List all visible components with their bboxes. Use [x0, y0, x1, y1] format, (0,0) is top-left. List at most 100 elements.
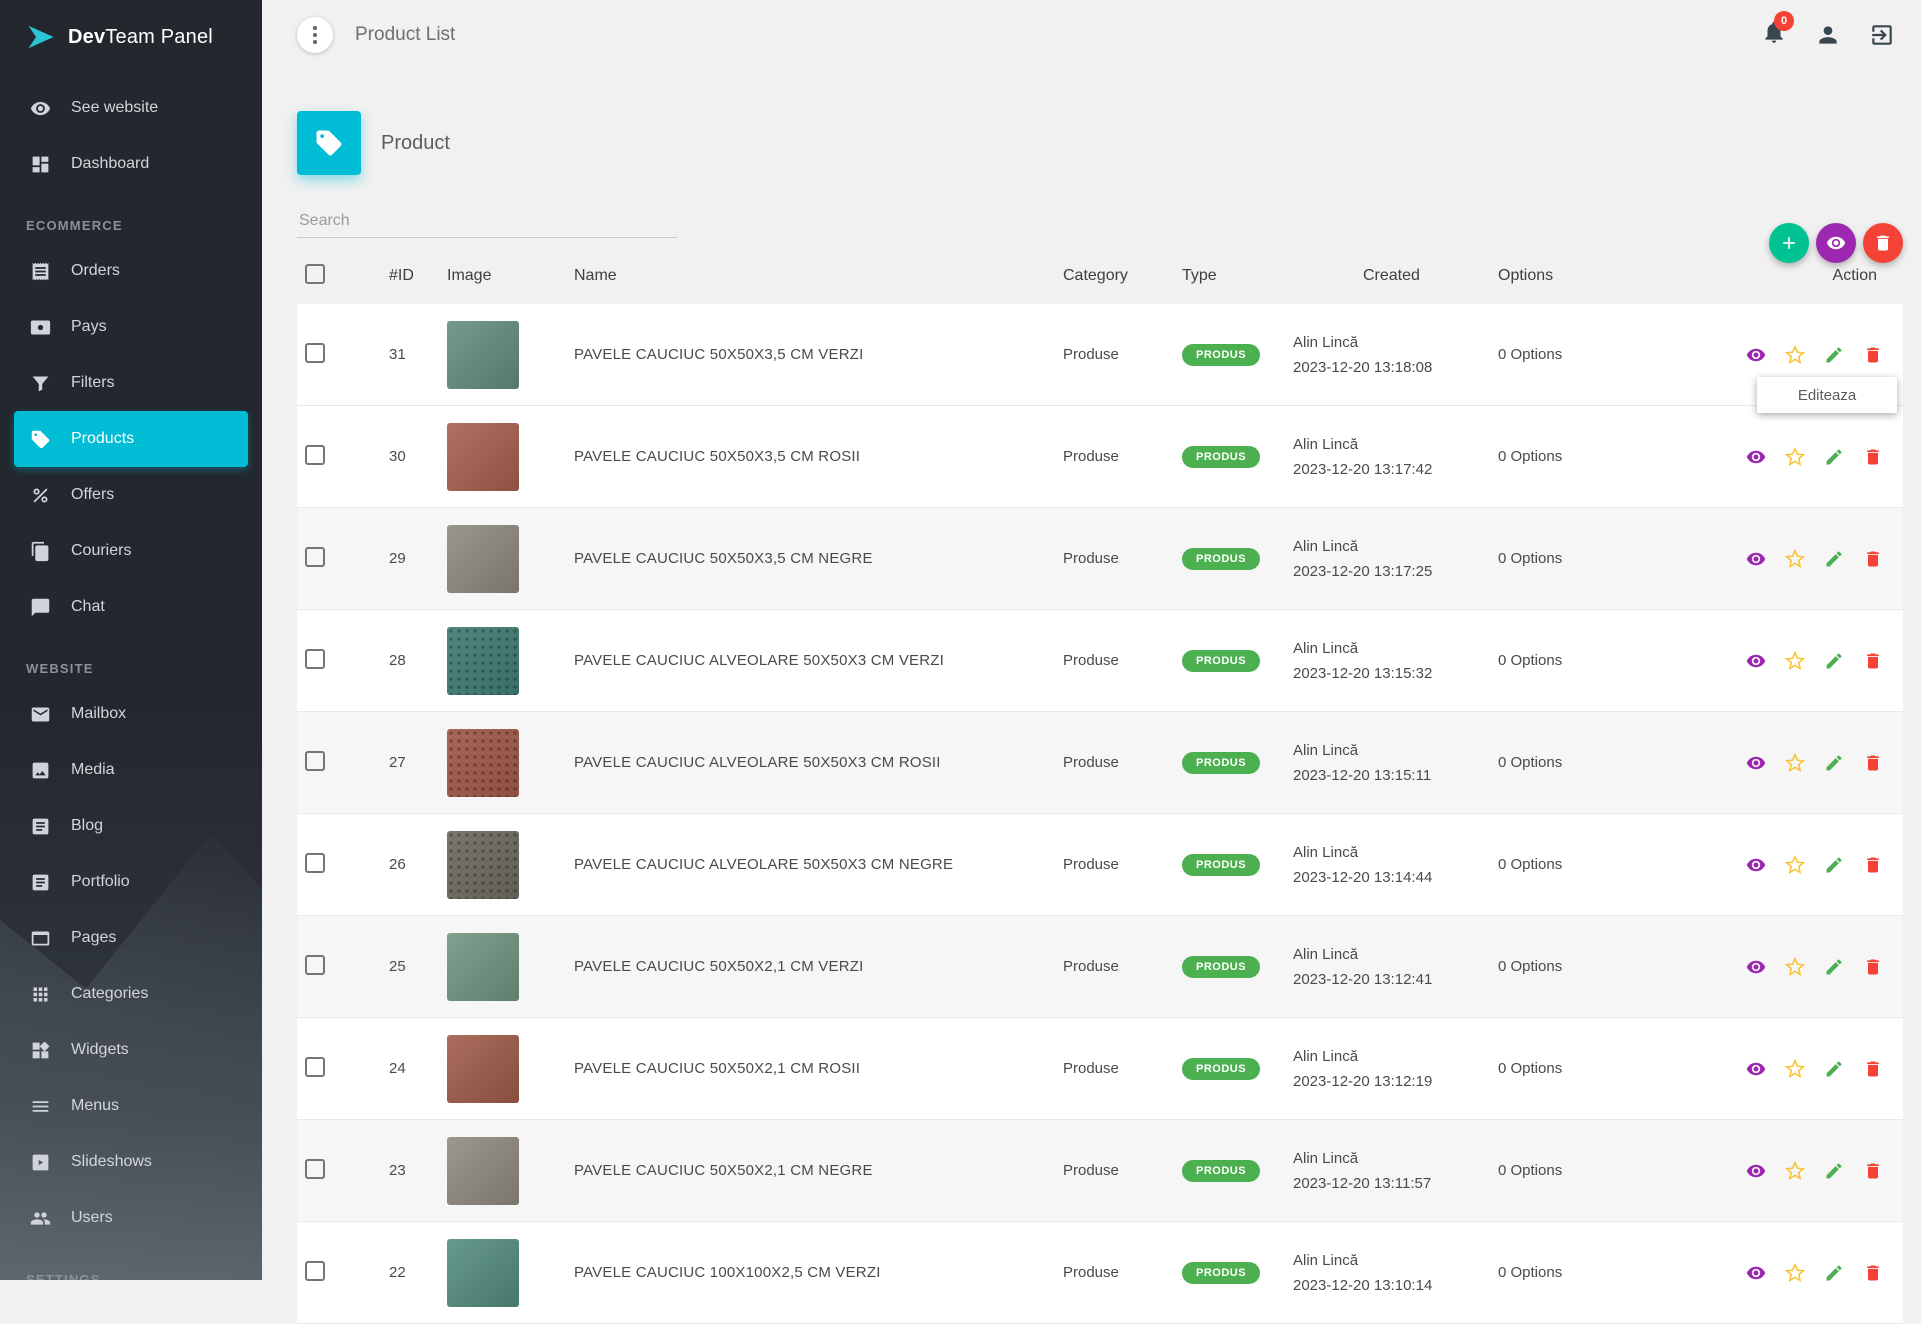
sidebar-item-couriers[interactable]: Couriers [0, 523, 262, 579]
sidebar-item-filters[interactable]: Filters [0, 355, 262, 411]
edit-icon[interactable] [1824, 957, 1844, 977]
view-icon[interactable] [1746, 447, 1766, 467]
row-checkbox[interactable] [305, 751, 325, 771]
favorite-icon[interactable] [1785, 447, 1805, 467]
delete-icon[interactable] [1863, 753, 1883, 773]
sidebar-item-slideshows[interactable]: Slideshows [0, 1134, 262, 1190]
view-icon[interactable] [1746, 753, 1766, 773]
product-image[interactable] [447, 933, 519, 1001]
edit-icon[interactable] [1824, 549, 1844, 569]
delete-icon[interactable] [1863, 345, 1883, 365]
favorite-icon[interactable] [1785, 957, 1805, 977]
sidebar-item-media[interactable]: Media [0, 742, 262, 798]
select-all-checkbox[interactable] [305, 264, 325, 284]
sidebar-item-widgets[interactable]: Widgets [0, 1022, 262, 1078]
sidebar-item-chat[interactable]: Chat [0, 579, 262, 635]
product-image[interactable] [447, 321, 519, 389]
favorite-icon[interactable] [1785, 549, 1805, 569]
favorite-icon[interactable] [1785, 1059, 1805, 1079]
sidebar-item-dashboard[interactable]: Dashboard [0, 136, 262, 192]
product-image[interactable] [447, 1239, 519, 1307]
table-row[interactable]: 27 PAVELE CAUCIUC ALVEOLARE 50X50X3 CM R… [297, 712, 1903, 814]
type-badge: PRODUS [1182, 1262, 1260, 1284]
favorite-icon[interactable] [1785, 753, 1805, 773]
sidebar-item-menus[interactable]: Menus [0, 1078, 262, 1134]
favorite-icon[interactable] [1785, 651, 1805, 671]
sidebar-item-orders[interactable]: Orders [0, 243, 262, 299]
edit-icon[interactable] [1824, 855, 1844, 875]
favorite-icon[interactable] [1785, 345, 1805, 365]
row-checkbox[interactable] [305, 547, 325, 567]
table-row[interactable]: 22 PAVELE CAUCIUC 100X100X2,5 CM VERZI P… [297, 1222, 1903, 1324]
delete-icon[interactable] [1863, 1059, 1883, 1079]
table-row[interactable]: 23 PAVELE CAUCIUC 50X50X2,1 CM NEGRE Pro… [297, 1120, 1903, 1222]
table-row[interactable]: 29 PAVELE CAUCIUC 50X50X3,5 CM NEGRE Pro… [297, 508, 1903, 610]
sidebar-item-portfolio[interactable]: Portfolio [0, 854, 262, 910]
delete-icon[interactable] [1863, 651, 1883, 671]
notifications-button[interactable]: 0 [1761, 19, 1787, 50]
row-checkbox[interactable] [305, 853, 325, 873]
edit-icon[interactable] [1824, 651, 1844, 671]
edit-icon[interactable] [1824, 345, 1844, 365]
delete-icon[interactable] [1863, 447, 1883, 467]
logout-icon[interactable] [1869, 22, 1895, 48]
row-checkbox[interactable] [305, 445, 325, 465]
delete-icon[interactable] [1863, 549, 1883, 569]
view-button[interactable] [1816, 223, 1856, 263]
sidebar-item-offers[interactable]: Offers [0, 467, 262, 523]
row-checkbox[interactable] [305, 1057, 325, 1077]
edit-icon[interactable] [1824, 1161, 1844, 1181]
table-row[interactable]: 25 PAVELE CAUCIUC 50X50X2,1 CM VERZI Pro… [297, 916, 1903, 1018]
table-row[interactable]: 28 PAVELE CAUCIUC ALVEOLARE 50X50X3 CM V… [297, 610, 1903, 712]
delete-icon[interactable] [1863, 855, 1883, 875]
sidebar-item-categories[interactable]: Categories [0, 966, 262, 1022]
created-by: Alin Lincă [1293, 840, 1487, 865]
sidebar-item-products[interactable]: Products [14, 411, 248, 467]
table-row[interactable]: 31 PAVELE CAUCIUC 50X50X3,5 CM VERZI Pro… [297, 304, 1903, 406]
product-image[interactable] [447, 525, 519, 593]
view-icon[interactable] [1746, 549, 1766, 569]
sidebar-item-pages[interactable]: Pages [0, 910, 262, 966]
delete-button[interactable] [1863, 223, 1903, 263]
sidebar-item-label: Products [71, 430, 134, 448]
row-checkbox[interactable] [305, 343, 325, 363]
table-row[interactable]: 26 PAVELE CAUCIUC ALVEOLARE 50X50X3 CM N… [297, 814, 1903, 916]
menu-dots-button[interactable] [297, 17, 333, 53]
brand[interactable]: DevTeam Panel [0, 0, 262, 74]
search-input[interactable] [297, 205, 677, 238]
row-checkbox[interactable] [305, 649, 325, 669]
edit-icon[interactable] [1824, 753, 1844, 773]
row-checkbox[interactable] [305, 1159, 325, 1179]
row-checkbox[interactable] [305, 955, 325, 975]
sidebar-item-blog[interactable]: Blog [0, 798, 262, 854]
delete-icon[interactable] [1863, 1161, 1883, 1181]
account-icon[interactable] [1815, 22, 1841, 48]
product-image[interactable] [447, 423, 519, 491]
product-id: 25 [357, 958, 437, 975]
sidebar-item-mailbox[interactable]: Mailbox [0, 686, 262, 742]
view-icon[interactable] [1746, 345, 1766, 365]
add-button[interactable] [1769, 223, 1809, 263]
view-icon[interactable] [1746, 957, 1766, 977]
edit-icon[interactable] [1824, 1059, 1844, 1079]
product-image[interactable] [447, 1137, 519, 1205]
row-checkbox[interactable] [305, 1261, 325, 1281]
product-image[interactable] [447, 627, 519, 695]
table-row[interactable]: 24 PAVELE CAUCIUC 50X50X2,1 CM ROSII Pro… [297, 1018, 1903, 1120]
favorite-icon[interactable] [1785, 855, 1805, 875]
sidebar-item-pays[interactable]: Pays [0, 299, 262, 355]
edit-icon[interactable] [1824, 447, 1844, 467]
view-icon[interactable] [1746, 1059, 1766, 1079]
favorite-icon[interactable] [1785, 1161, 1805, 1181]
product-image[interactable] [447, 729, 519, 797]
view-icon[interactable] [1746, 855, 1766, 875]
delete-icon[interactable] [1863, 957, 1883, 977]
view-icon[interactable] [1746, 1161, 1766, 1181]
sidebar-item-see-website[interactable]: See website [0, 80, 262, 136]
table-row[interactable]: 30 PAVELE CAUCIUC 50X50X3,5 CM ROSII Pro… [297, 406, 1903, 508]
view-icon[interactable] [1746, 651, 1766, 671]
product-image[interactable] [447, 1035, 519, 1103]
sidebar-item-users[interactable]: Users [0, 1190, 262, 1246]
product-image[interactable] [447, 831, 519, 899]
product-category: Produse [1057, 754, 1177, 771]
